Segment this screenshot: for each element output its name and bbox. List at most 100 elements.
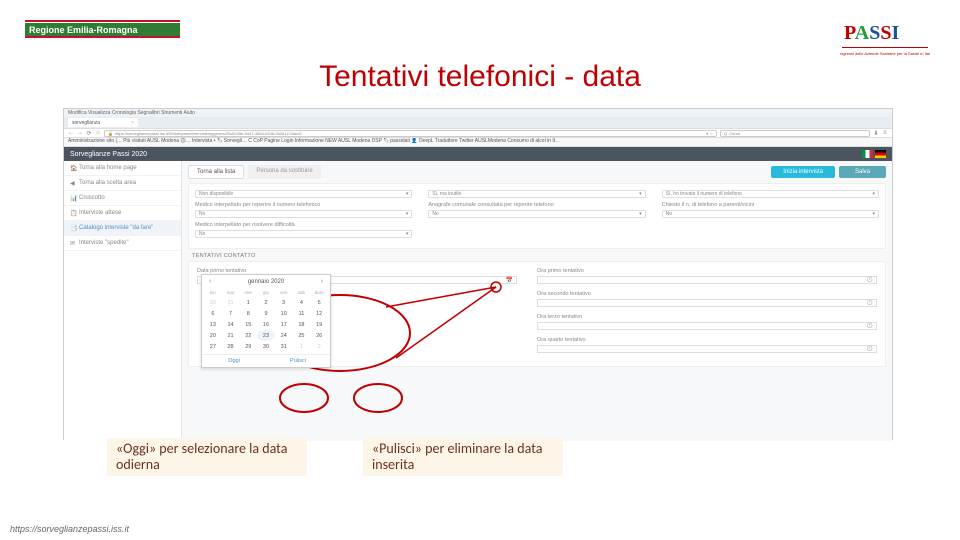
- cal-day[interactable]: 21: [222, 330, 240, 341]
- cal-day[interactable]: 16: [257, 319, 275, 330]
- lang-de-icon[interactable]: [875, 150, 886, 158]
- clock-icon[interactable]: 🕐: [867, 346, 873, 352]
- sidebar-item-home[interactable]: 🏠Torna alla home page: [64, 161, 181, 176]
- cal-day[interactable]: 2: [310, 341, 328, 352]
- footer-link: https://sorveglianzepassi.iss.it: [10, 524, 129, 534]
- cal-day[interactable]: 17: [275, 319, 293, 330]
- cal-day-header: ven: [275, 288, 293, 297]
- cal-oggi[interactable]: Oggi: [202, 355, 266, 367]
- clock-icon[interactable]: 🕐: [867, 323, 873, 329]
- cal-pulisci[interactable]: Pulisci: [266, 355, 330, 367]
- field-parenti[interactable]: No▾: [662, 210, 879, 218]
- reload-icon[interactable]: ⟳: [86, 130, 92, 136]
- sidebar-item-catalog[interactable]: 📑Catalogo interviste "da fare": [64, 221, 181, 236]
- cal-day[interactable]: 31: [222, 297, 240, 308]
- cal-day[interactable]: 1: [293, 341, 311, 352]
- region-logo: Regione Emilia-Romagna: [25, 20, 180, 39]
- nav-back-icon[interactable]: ←: [68, 130, 74, 136]
- menu-icon[interactable]: ≡: [882, 130, 888, 136]
- cal-day[interactable]: 30: [257, 341, 275, 352]
- nav-fwd-icon[interactable]: →: [77, 130, 83, 136]
- cal-day[interactable]: 31: [275, 341, 293, 352]
- sidebar-item-expected[interactable]: 📋Interviste attese: [64, 206, 181, 221]
- cal-day[interactable]: 20: [204, 330, 222, 341]
- passi-subtitle: Progressi delle Aziende Sanitarie per la…: [840, 51, 930, 56]
- cal-day[interactable]: 13: [204, 319, 222, 330]
- cal-day-header: gio: [257, 288, 275, 297]
- app-header: Sorveglianze Passi 2020: [64, 147, 892, 161]
- clock-icon[interactable]: 🕐: [867, 300, 873, 306]
- cal-day[interactable]: 1: [239, 297, 257, 308]
- browser-tab[interactable]: sorveglianza×: [68, 118, 138, 127]
- calendar-popup[interactable]: ‹ gennaio 2020 › lunmarmergiovensabdom30…: [201, 274, 331, 368]
- catalog-icon: 📑: [70, 225, 76, 231]
- cal-day[interactable]: 23: [257, 330, 275, 341]
- cal-day[interactable]: 6: [204, 308, 222, 319]
- cal-day[interactable]: 29: [239, 341, 257, 352]
- slide-title: Tentativi telefonici - data: [0, 60, 960, 94]
- clock-icon[interactable]: 🕐: [867, 277, 873, 283]
- cal-day[interactable]: 8: [239, 308, 257, 319]
- field-anagrafe[interactable]: No▾: [428, 210, 645, 218]
- cal-day[interactable]: 11: [293, 308, 311, 319]
- field-inutile[interactable]: Sì, ma inutile▾: [428, 190, 645, 198]
- cal-day[interactable]: 25: [293, 330, 311, 341]
- cal-prev-icon[interactable]: ‹: [205, 278, 215, 285]
- sidebar-item-dashboard[interactable]: 📊Cruscotto: [64, 191, 181, 206]
- cal-month[interactable]: gennaio 2020: [248, 279, 284, 285]
- field-medico-difficolta[interactable]: No▾: [195, 230, 412, 238]
- cal-day[interactable]: 15: [239, 319, 257, 330]
- chart-icon: 📊: [70, 195, 76, 201]
- cal-day[interactable]: 14: [222, 319, 240, 330]
- cal-day[interactable]: 7: [222, 308, 240, 319]
- field-ora-4[interactable]: 🕐: [537, 345, 877, 353]
- passi-logo: PASSI Progressi delle Aziende Sanitarie …: [840, 15, 930, 66]
- cal-day-header: sab: [293, 288, 311, 297]
- cal-day[interactable]: 26: [310, 330, 328, 341]
- field-ora-1[interactable]: 🕐: [537, 276, 877, 284]
- field-ora-3[interactable]: 🕐: [537, 322, 877, 330]
- cal-day-header: lun: [204, 288, 222, 297]
- field-ora-2[interactable]: 🕐: [537, 299, 877, 307]
- cal-day[interactable]: 18: [293, 319, 311, 330]
- back-icon: ◀: [70, 180, 76, 186]
- search-bar[interactable]: QCerca: [720, 130, 870, 137]
- field-disponibile[interactable]: Non disponibile▾: [195, 190, 412, 198]
- tentativi-block: Data primo tentativo 📅 ‹ gennaio 2020 › …: [188, 261, 886, 367]
- home-icon[interactable]: ⌂: [95, 130, 101, 136]
- cal-day[interactable]: 24: [275, 330, 293, 341]
- cal-day[interactable]: 27: [204, 341, 222, 352]
- main-panel: Torna alla lista Persona da sostituire I…: [182, 161, 892, 441]
- field-medico-reperire[interactable]: No▾: [195, 210, 412, 218]
- cal-next-icon[interactable]: ›: [317, 278, 327, 285]
- url-bar[interactable]: 🔒https://sorveglianzepassi.iss.it/W/dati…: [104, 130, 717, 137]
- cal-day[interactable]: 22: [239, 330, 257, 341]
- sidebar-item-back[interactable]: ◀Torna alla scelta area: [64, 176, 181, 191]
- cal-day[interactable]: 30: [204, 297, 222, 308]
- cal-day[interactable]: 2: [257, 297, 275, 308]
- cal-day[interactable]: 12: [310, 308, 328, 319]
- cal-day[interactable]: 28: [222, 341, 240, 352]
- sidebar-item-sent[interactable]: ✉Interviste "spedite": [64, 236, 181, 251]
- browser-frame: Modifica Visualizza Cronologia Segnalibr…: [63, 108, 893, 440]
- browser-menu: Modifica Visualizza Cronologia Segnalibr…: [64, 109, 892, 117]
- cal-day[interactable]: 19: [310, 319, 328, 330]
- cal-day[interactable]: 4: [293, 297, 311, 308]
- cal-day[interactable]: 3: [275, 297, 293, 308]
- inizia-button[interactable]: Inizia intervista: [771, 166, 835, 178]
- cal-day-header: mar: [222, 288, 240, 297]
- svg-text:PASSI: PASSI: [844, 22, 899, 44]
- cal-day[interactable]: 10: [275, 308, 293, 319]
- tab-persona-sostituire[interactable]: Persona da sostituire: [248, 165, 320, 179]
- cal-day[interactable]: 9: [257, 308, 275, 319]
- tab-torna-lista[interactable]: Torna alla lista: [188, 165, 244, 179]
- field-trovato[interactable]: Sì, ho trovato il numero di telefono▾: [662, 190, 879, 198]
- salva-button[interactable]: Salva: [839, 166, 886, 178]
- calendar-icon[interactable]: 📅: [506, 277, 513, 284]
- bookmarks-bar[interactable]: Amministrazione sito |… Più visitati AUS…: [64, 138, 892, 147]
- cal-day-header: dom: [310, 288, 328, 297]
- lang-it-icon[interactable]: [862, 150, 873, 158]
- download-icon[interactable]: ⬇: [873, 130, 879, 136]
- caption-oggi: «Oggi» per selezionare la data odierna: [107, 438, 307, 476]
- cal-day[interactable]: 5: [310, 297, 328, 308]
